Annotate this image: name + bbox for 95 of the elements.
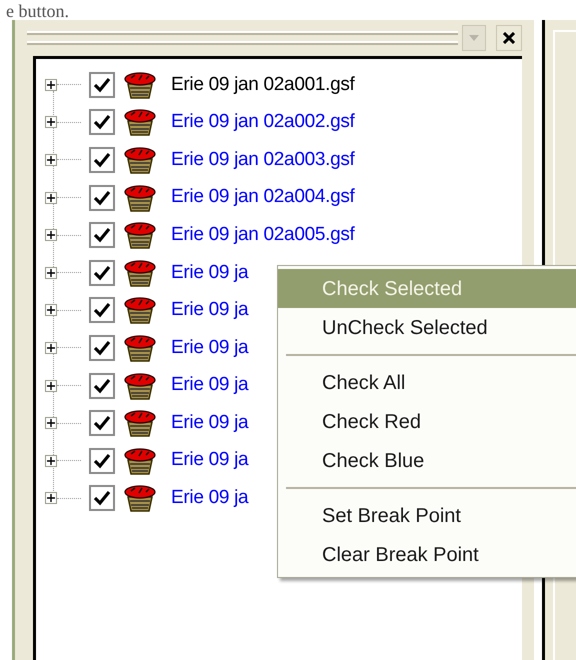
checkbox[interactable] [89, 334, 115, 361]
tree-line [57, 347, 81, 348]
checkmark-icon [93, 302, 111, 318]
file-name[interactable]: Erie 09 ja [171, 484, 248, 513]
flower-basket-icon [123, 70, 157, 100]
file-name[interactable]: Erie 09 ja [171, 258, 248, 288]
plus-icon [47, 118, 55, 126]
checkbox[interactable] [89, 410, 115, 436]
tree-line [57, 122, 81, 123]
checkbox[interactable] [89, 485, 115, 512]
checkmark-icon [93, 76, 111, 93]
plus-icon [47, 194, 55, 202]
file-name[interactable]: Erie 09 jan 02a005.gsf [171, 220, 355, 250]
expand-button[interactable] [45, 192, 57, 204]
expand-button[interactable] [45, 417, 57, 430]
flower-basket-icon [123, 483, 157, 514]
checkbox[interactable] [89, 260, 115, 286]
checkbox[interactable] [89, 372, 115, 399]
tree-line [57, 498, 81, 499]
tree-line [57, 460, 81, 462]
flower-basket-icon [123, 446, 157, 476]
checkmark-icon [93, 152, 111, 168]
file-name[interactable]: Erie 09 jan 02a004.gsf [171, 183, 355, 212]
expand-button[interactable] [45, 154, 57, 166]
grip-bar[interactable] [27, 31, 458, 45]
checkmark-icon [93, 264, 111, 281]
tree-line [57, 422, 81, 424]
menu-item[interactable]: Clear Break Point [278, 535, 576, 574]
flower-basket-icon [123, 258, 157, 288]
checkmark-icon [93, 227, 111, 244]
dropdown-arrow-icon [468, 34, 480, 42]
plus-icon [47, 494, 55, 502]
menu-item[interactable]: Check All [278, 363, 576, 402]
checkmark-icon [93, 452, 111, 469]
tree-line [57, 385, 81, 386]
expand-button[interactable] [45, 342, 57, 354]
plus-icon [47, 344, 55, 352]
tree-line [57, 197, 81, 198]
checkmark-icon [93, 378, 111, 394]
checkbox[interactable] [89, 222, 115, 248]
plus-icon [47, 156, 55, 164]
expand-button[interactable] [45, 116, 57, 128]
file-name[interactable]: Erie 09 jan 02a002.gsf [171, 108, 355, 137]
tree-line [57, 310, 81, 311]
file-name[interactable]: Erie 09 ja [171, 334, 248, 362]
plus-icon [47, 80, 55, 89]
expand-button[interactable] [45, 492, 57, 504]
checkmark-icon [93, 190, 111, 206]
plus-icon [47, 382, 55, 390]
plus-icon [47, 306, 55, 314]
flower-basket-icon [123, 182, 157, 213]
tree-line [57, 84, 81, 86]
checkbox[interactable] [89, 297, 115, 324]
checkbox[interactable] [89, 184, 115, 211]
menu-item[interactable]: Check Blue [278, 441, 576, 480]
flower-basket-icon [123, 295, 157, 326]
plus-icon [47, 456, 55, 465]
tree-line [57, 234, 81, 236]
flower-basket-icon [123, 332, 157, 363]
checkbox[interactable] [89, 146, 115, 173]
checkmark-icon [93, 415, 111, 432]
close-button[interactable] [496, 25, 522, 51]
checkmark-icon [93, 340, 111, 356]
flower-basket-icon [123, 144, 157, 175]
checkmark-icon [93, 490, 111, 506]
tree-line [57, 272, 81, 274]
checkbox[interactable] [89, 72, 115, 98]
file-name[interactable]: Erie 09 ja [171, 371, 248, 400]
checkbox[interactable] [89, 448, 115, 474]
plus-icon [47, 419, 55, 428]
expand-button[interactable] [45, 229, 57, 242]
menu-item[interactable]: Set Break Point [278, 496, 576, 535]
file-name[interactable]: Erie 09 jan 02a003.gsf [171, 146, 355, 174]
expand-button[interactable] [45, 266, 57, 279]
plus-icon [47, 268, 55, 277]
flower-basket-icon [123, 220, 157, 250]
file-name[interactable]: Erie 09 ja [171, 408, 248, 438]
expand-button[interactable] [45, 304, 57, 316]
plus-icon [47, 231, 55, 240]
flower-basket-icon [123, 408, 157, 438]
flower-basket-icon [123, 370, 157, 401]
expand-button[interactable] [45, 78, 57, 91]
checkbox[interactable] [89, 109, 115, 136]
checkmark-icon [93, 114, 111, 130]
flower-basket-icon [123, 107, 157, 138]
file-name[interactable]: Erie 09 ja [171, 446, 248, 475]
menu-item[interactable]: UnCheck Selected [278, 308, 576, 347]
caption-text: e button. [6, 2, 69, 20]
expand-button[interactable] [45, 380, 57, 392]
menu-item[interactable]: Check Red [278, 402, 576, 441]
expand-button[interactable] [45, 454, 57, 467]
file-name[interactable]: Erie 09 ja [171, 296, 248, 325]
tree-line [57, 159, 81, 160]
close-icon [503, 32, 515, 44]
file-name[interactable]: Erie 09 jan 02a001.gsf [171, 70, 355, 100]
